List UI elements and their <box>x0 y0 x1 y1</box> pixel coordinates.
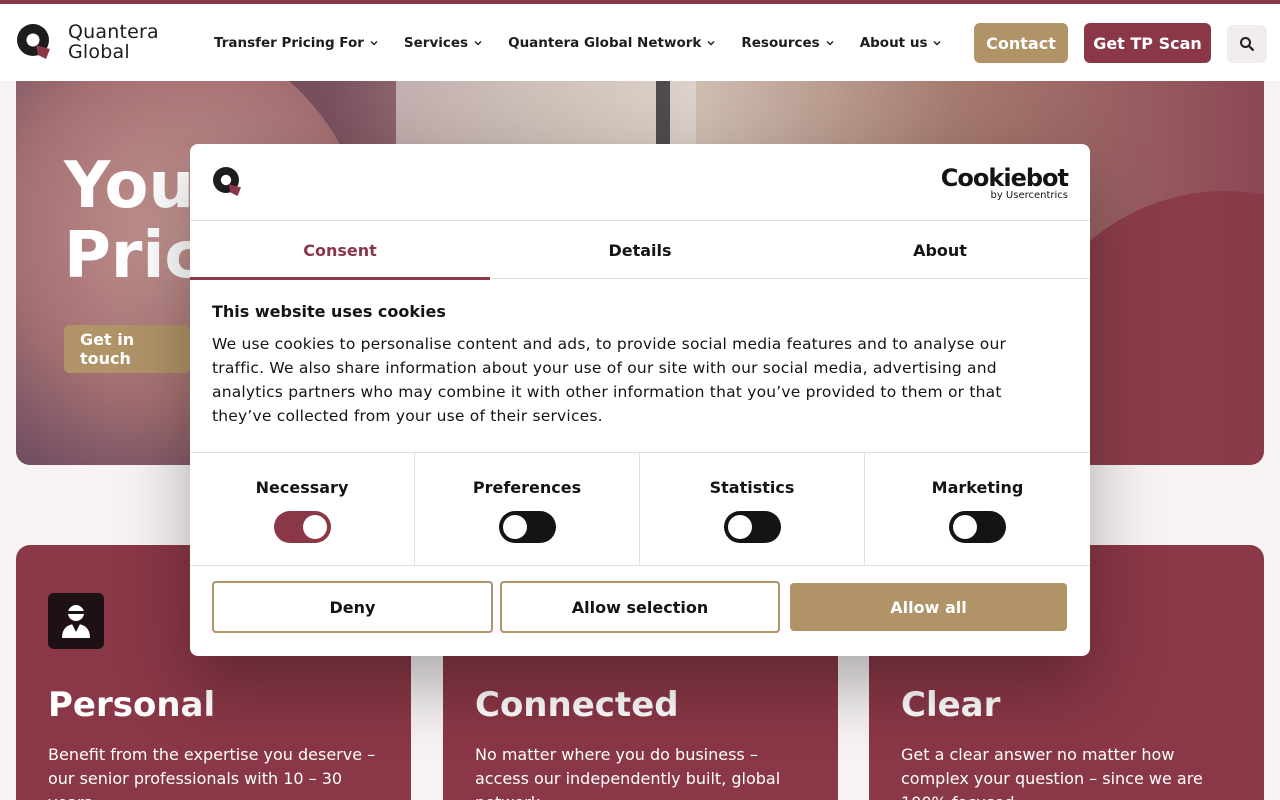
marketing-toggle[interactable] <box>949 511 1006 543</box>
toggle-knob <box>727 515 752 539</box>
tab-details[interactable]: Details <box>490 221 790 279</box>
tab-consent[interactable]: Consent <box>190 221 490 280</box>
cookie-dialog-body: This website uses cookies We use cookies… <box>212 302 1042 428</box>
cookie-heading: This website uses cookies <box>212 302 446 321</box>
main-nav: Transfer Pricing For Services Quantera G… <box>214 4 967 81</box>
logo-icon <box>17 24 50 59</box>
nav-transfer-pricing-for[interactable]: Transfer Pricing For <box>214 35 378 51</box>
toggle-group-preferences: Preferences <box>415 453 640 566</box>
allow-all-button[interactable]: Allow all <box>790 583 1067 631</box>
preferences-toggle[interactable] <box>498 511 556 543</box>
cookie-category-toggles: Necessary Preferences Statistics Marketi… <box>190 452 1090 566</box>
toggle-group-necessary: Necessary <box>190 453 415 566</box>
statistics-toggle[interactable] <box>723 511 781 543</box>
toggle-label: Statistics <box>709 478 795 497</box>
nav-label: Resources <box>741 34 820 51</box>
search-icon <box>1240 37 1255 52</box>
get-tp-scan-button[interactable]: Get TP Scan <box>1084 23 1211 63</box>
toggle-label: Preferences <box>472 478 582 497</box>
nav-resources[interactable]: Resources <box>741 34 834 51</box>
toggle-knob <box>502 515 527 539</box>
nav-label: Transfer Pricing For <box>214 34 364 51</box>
chevron-down-icon <box>826 40 834 45</box>
toggle-knob <box>302 515 327 539</box>
card-title: Connected <box>475 685 679 725</box>
hero-photo-detail <box>656 81 670 151</box>
logo-line-2: Global <box>68 41 130 63</box>
logo-wordmark: Quantera Global <box>68 22 159 62</box>
card-title: Clear <box>901 685 1001 725</box>
quantera-logo-icon <box>213 167 241 196</box>
necessary-toggle[interactable] <box>273 511 331 543</box>
card-title: Personal <box>48 685 216 725</box>
card-text: Benefit from the expertise you deserve –… <box>48 745 376 800</box>
chevron-down-icon <box>474 40 482 45</box>
person-icon <box>48 593 104 649</box>
allow-selection-button[interactable]: Allow selection <box>500 581 780 633</box>
nav-label: Services <box>403 34 469 51</box>
nav-services[interactable]: Services <box>404 35 482 51</box>
nav-quantera-global-network[interactable]: Quantera Global Network <box>508 35 715 51</box>
chevron-down-icon <box>707 40 715 45</box>
get-in-touch-button[interactable]: Get in touch <box>64 325 190 373</box>
card-text: Get a clear answer no matter how complex… <box>901 745 1203 800</box>
chevron-down-icon <box>370 40 378 45</box>
cookie-consent-dialog: Cookiebot by Usercentrics Consent Detail… <box>190 144 1090 656</box>
toggle-label: Marketing <box>931 478 1024 497</box>
cookie-description: We use cookies to personalise content an… <box>212 335 1007 425</box>
deny-button[interactable]: Deny <box>212 581 493 633</box>
nav-label: About us <box>859 34 928 51</box>
cookie-dialog-header: Cookiebot by Usercentrics <box>190 144 1090 221</box>
cookiebot-name: Cookiebot <box>940 164 1069 192</box>
cookie-tabs: Consent Details About <box>190 221 1090 280</box>
toggle-knob <box>953 515 977 539</box>
cookiebot-logo[interactable]: Cookiebot by Usercentrics <box>940 164 1069 202</box>
contact-button[interactable]: Contact <box>974 23 1068 63</box>
toggle-group-marketing: Marketing <box>865 453 1090 566</box>
site-header: Quantera Global Transfer Pricing For Ser… <box>0 4 1280 81</box>
toggle-group-statistics: Statistics <box>640 453 865 566</box>
cookie-actions: Deny Allow selection Allow all <box>212 581 1068 633</box>
site-logo[interactable]: Quantera Global <box>16 22 159 62</box>
logo-line-1: Quantera <box>68 21 159 43</box>
nav-about-us[interactable]: About us <box>860 35 942 51</box>
card-text: No matter where you do business – access… <box>475 745 781 800</box>
search-button[interactable] <box>1227 25 1267 63</box>
tab-about[interactable]: About <box>790 221 1090 279</box>
chevron-down-icon <box>933 40 941 45</box>
toggle-label: Necessary <box>255 478 349 497</box>
nav-label: Quantera Global Network <box>508 34 702 51</box>
